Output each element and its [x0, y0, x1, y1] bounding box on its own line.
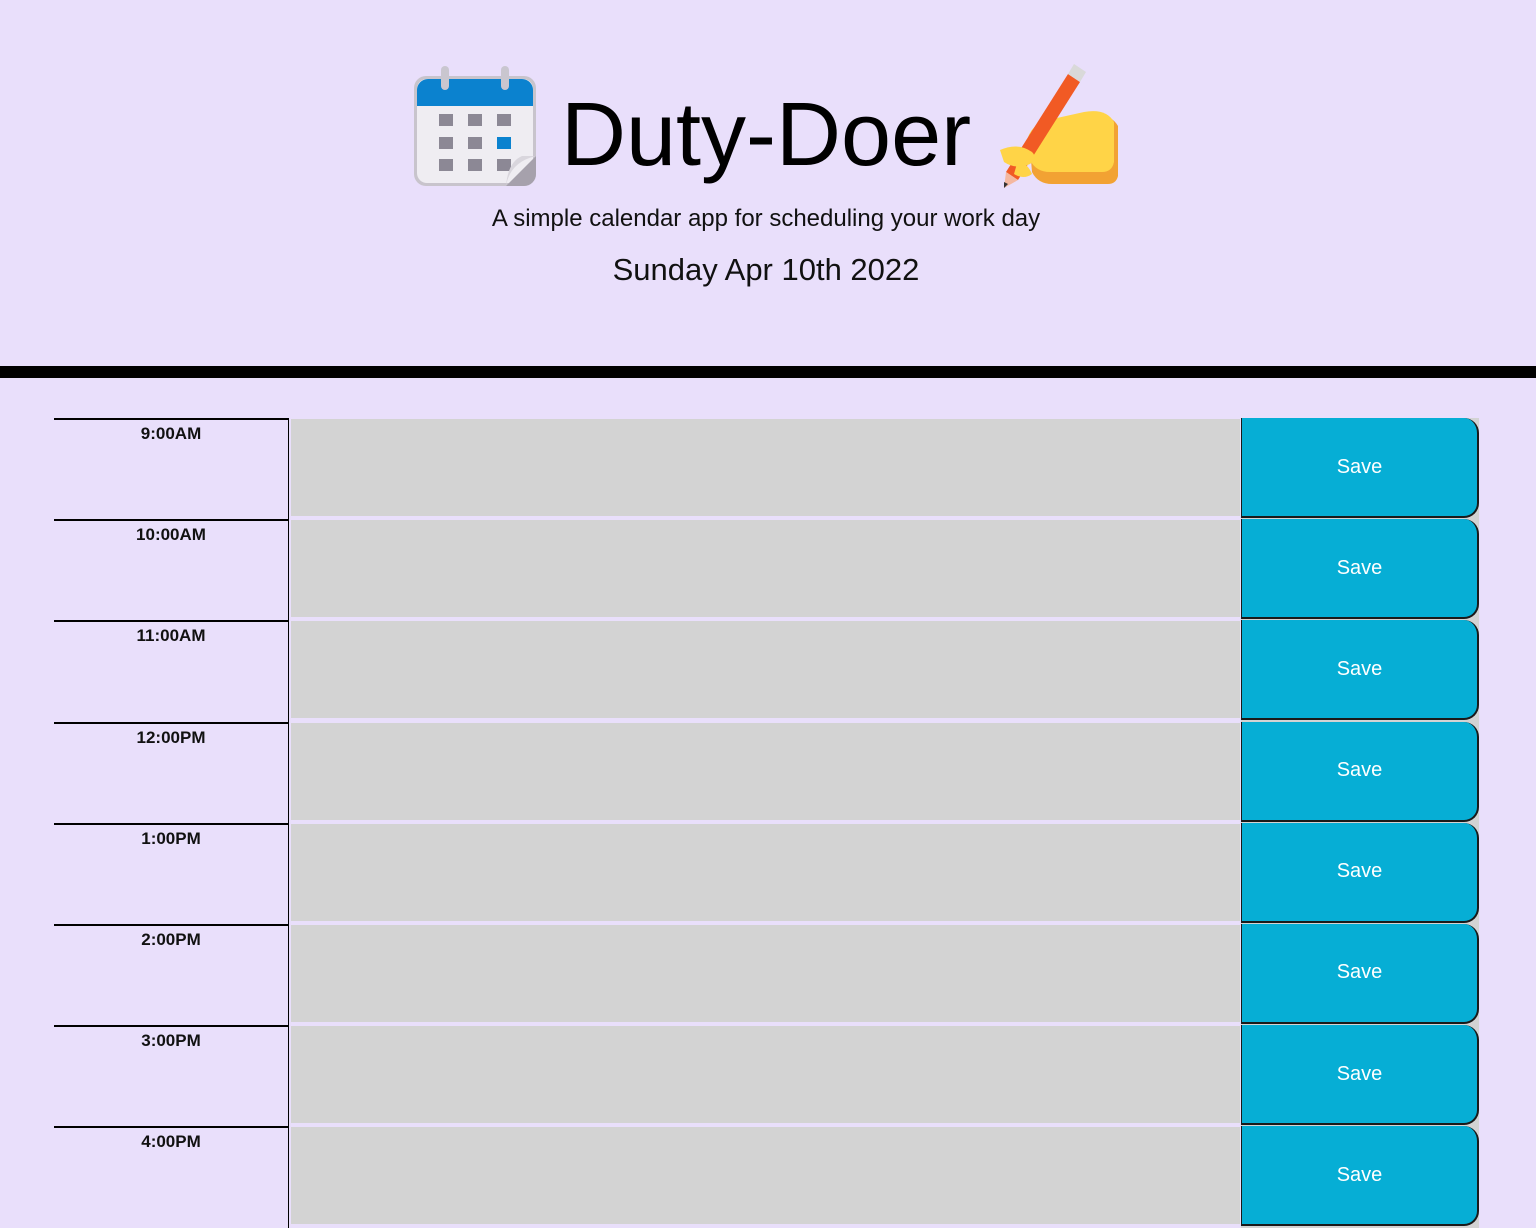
hour-label: 1:00PM	[54, 822, 289, 924]
hour-label: 4:00PM	[54, 1126, 289, 1228]
time-block-row: 4:00PM Save	[54, 1126, 1479, 1228]
save-button[interactable]: Save	[1241, 620, 1479, 721]
task-input[interactable]	[291, 419, 1240, 516]
header-divider	[0, 366, 1536, 378]
time-block-row: 1:00PM Save	[54, 822, 1479, 924]
task-input[interactable]	[291, 1026, 1240, 1124]
header: Duty-Doer A simple calendar app for sche…	[0, 0, 1536, 366]
hour-label: 11:00AM	[54, 620, 289, 722]
task-input[interactable]	[291, 924, 1240, 1022]
task-input[interactable]	[291, 520, 1240, 618]
save-button[interactable]: Save	[1241, 418, 1479, 518]
time-block-row: 2:00PM Save	[54, 923, 1479, 1026]
save-button[interactable]: Save	[1241, 923, 1479, 1024]
app-title: Duty-Doer	[561, 85, 972, 185]
save-button[interactable]: Save	[1241, 1126, 1479, 1227]
time-block-row: 12:00PM Save	[54, 721, 1479, 823]
save-button[interactable]: Save	[1241, 721, 1479, 822]
title-row: Duty-Doer	[0, 56, 1536, 196]
task-input[interactable]	[291, 722, 1240, 820]
hour-label: 10:00AM	[54, 519, 289, 621]
time-block-row: 9:00AM Save	[54, 418, 1479, 520]
calendar-icon	[412, 62, 540, 195]
task-input[interactable]	[291, 1127, 1240, 1225]
hour-label: 12:00PM	[54, 721, 289, 823]
current-date: Sunday Apr 10th 2022	[612, 252, 920, 287]
time-block-row: 11:00AM Save	[54, 620, 1479, 722]
app-subtitle: A simple calendar app for scheduling you…	[491, 205, 1041, 232]
task-input[interactable]	[291, 621, 1240, 719]
task-input[interactable]	[291, 823, 1240, 921]
planner: 9:00AM Save 10:00AM Save 11:00AM Save 12…	[54, 418, 1479, 1228]
time-block-row: 3:00PM Save	[54, 1025, 1479, 1127]
hour-label: 3:00PM	[54, 1025, 289, 1127]
time-block-row: 10:00AM Save	[54, 519, 1479, 621]
save-button[interactable]: Save	[1241, 822, 1479, 923]
save-button[interactable]: Save	[1241, 1025, 1479, 1126]
hour-label: 2:00PM	[54, 923, 289, 1026]
writing-hand-icon	[990, 60, 1122, 195]
hour-label: 9:00AM	[54, 418, 289, 520]
save-button[interactable]: Save	[1241, 519, 1479, 620]
